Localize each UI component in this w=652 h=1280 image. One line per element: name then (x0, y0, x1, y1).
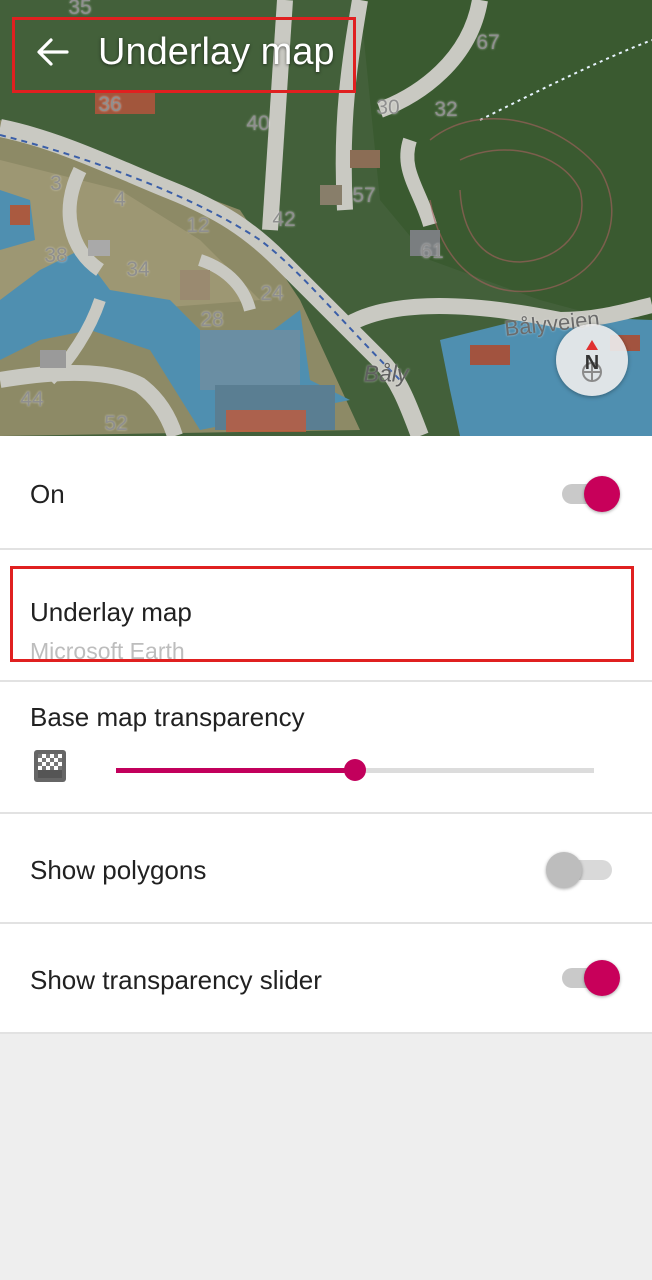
switch-thumb (546, 852, 582, 888)
transparency-icon (34, 750, 66, 782)
switch-thumb (584, 476, 620, 512)
setting-on[interactable]: On (0, 436, 652, 550)
transparency-slider[interactable] (116, 758, 594, 782)
map-label: 12 (186, 214, 210, 237)
map-label: 67 (476, 31, 500, 54)
map-label: 40 (246, 112, 270, 135)
setting-transparency: Base map transparency (0, 682, 652, 814)
map-label: 3 (50, 172, 62, 195)
compass-letter: N (585, 352, 599, 374)
highlight-box (10, 566, 634, 662)
map-label: 44 (20, 388, 44, 411)
settings-list: On Underlay map Microsoft Earth Base map… (0, 436, 652, 1034)
setting-polygons-label: Show polygons (30, 855, 207, 885)
page-title: Underlay map (98, 31, 335, 73)
map-label: 61 (420, 240, 444, 263)
map-label: 52 (104, 412, 128, 435)
setting-show-transparency-slider[interactable]: Show transparency slider (0, 924, 652, 1034)
setting-slider-toggle-label: Show transparency slider (30, 965, 322, 995)
map-label: 57 (352, 184, 376, 207)
map-label: 32 (434, 98, 458, 121)
map-label: 42 (272, 208, 296, 231)
setting-show-polygons[interactable]: Show polygons (0, 814, 652, 924)
back-button[interactable] (28, 30, 76, 74)
arrow-left-icon (37, 38, 69, 66)
slider-fill (116, 768, 355, 773)
slider-knob[interactable] (344, 759, 366, 781)
slider-toggle-switch[interactable] (562, 960, 622, 996)
map-label: 30 (376, 96, 400, 119)
switch-thumb (584, 960, 620, 996)
map-place-label: Båly (363, 360, 409, 387)
map-label: 4 (114, 188, 126, 211)
map-label: 38 (44, 244, 68, 267)
setting-transparency-label: Base map transparency (30, 702, 305, 732)
setting-on-label: On (30, 479, 65, 509)
map-label: 28 (200, 308, 224, 331)
map-label: 34 (126, 258, 150, 281)
compass-button[interactable]: N (556, 324, 628, 396)
compass-icon: N (582, 340, 602, 382)
map-view[interactable]: 35 67 36 30 32 40 3 4 57 12 42 61 38 34 … (0, 0, 652, 436)
map-label: 36 (98, 93, 122, 116)
map-label: 24 (260, 282, 284, 305)
on-switch[interactable] (562, 476, 622, 512)
polygons-switch[interactable] (546, 852, 620, 888)
